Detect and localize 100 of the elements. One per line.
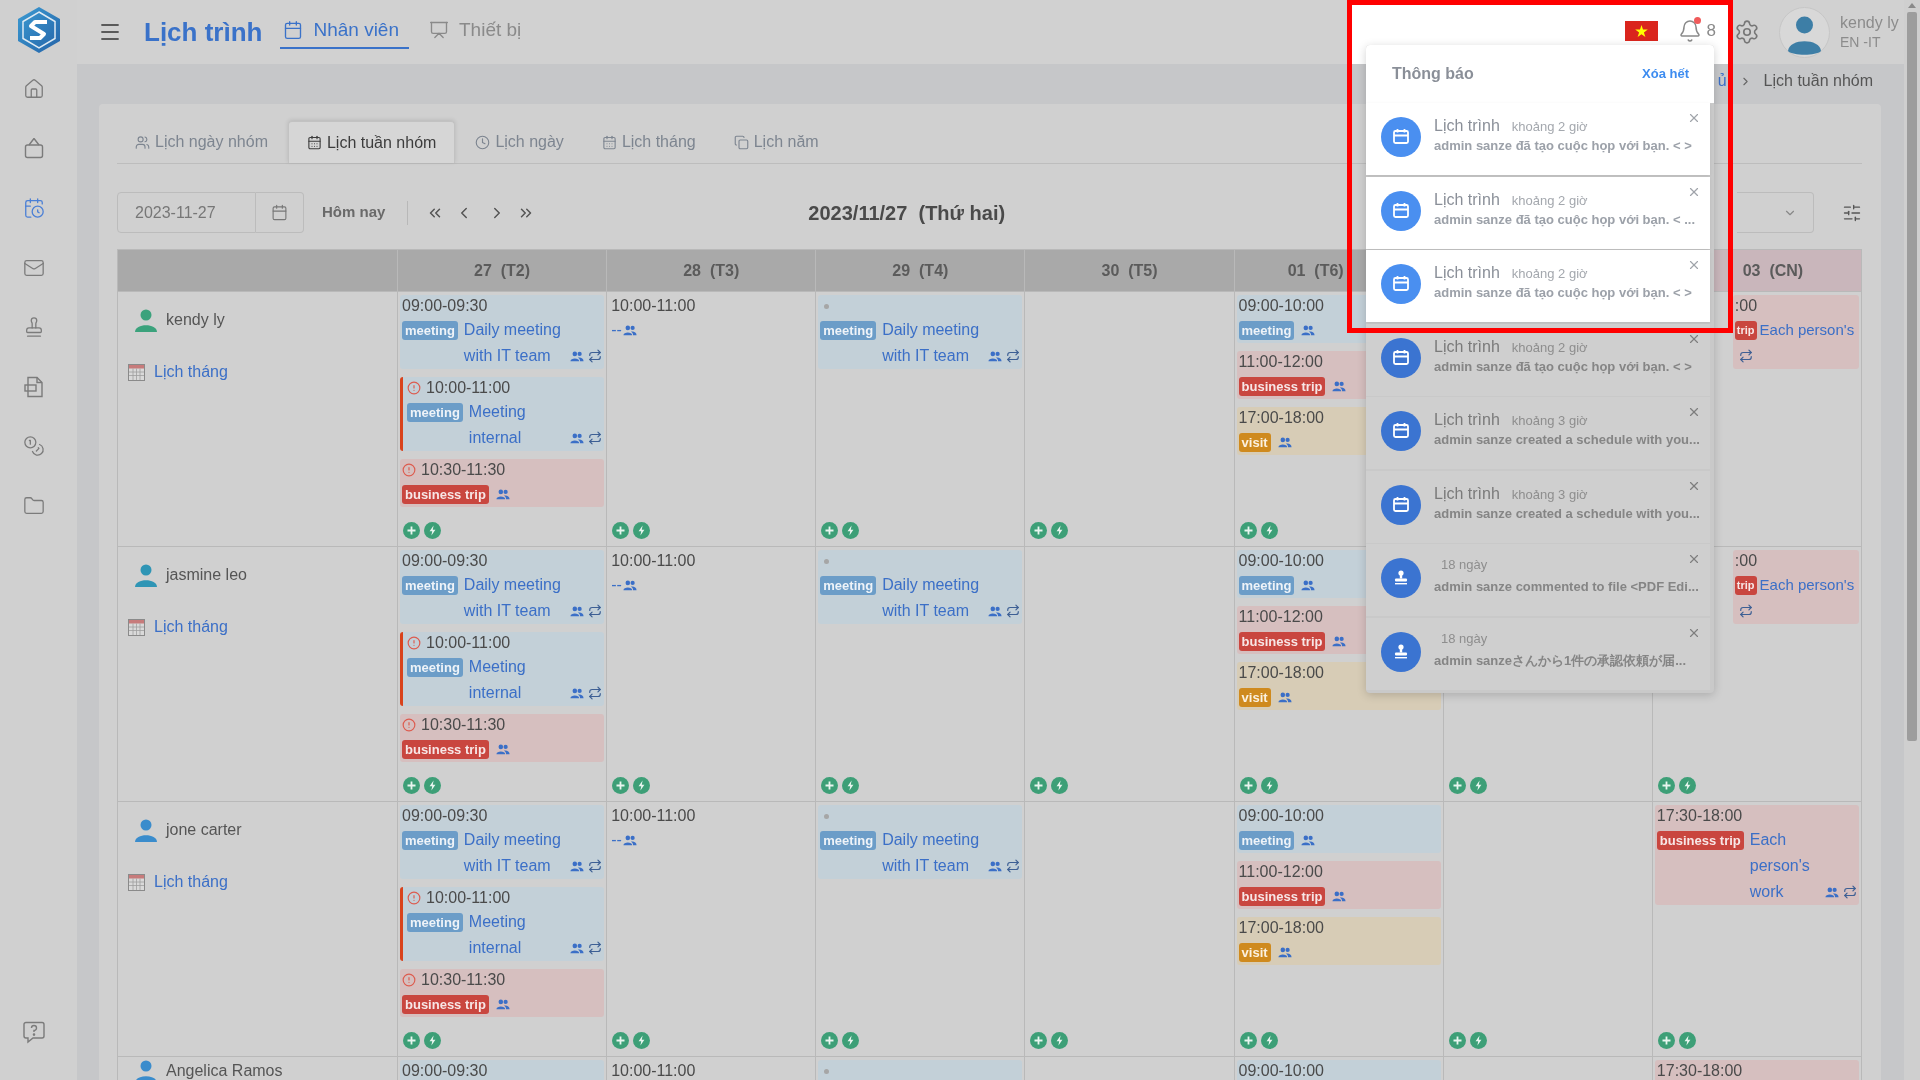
event-card[interactable]: 17:30-18:00	[1654, 1060, 1859, 1080]
event-title[interactable]: Meeting internal	[468, 399, 570, 451]
flag-icon[interactable]	[1624, 20, 1658, 41]
add-icon[interactable]	[1657, 777, 1675, 794]
view-tab[interactable]: Lịch tuần nhóm	[287, 121, 456, 163]
view-tab[interactable]: Lịch ngày nhóm	[117, 121, 286, 163]
add-icon[interactable]	[1030, 1032, 1048, 1049]
event-card[interactable]: meeting Daily meeting with IT team	[818, 805, 1023, 879]
lightning-icon[interactable]	[424, 777, 441, 794]
close-icon[interactable]	[1687, 552, 1701, 566]
lightning-icon[interactable]	[1678, 777, 1696, 794]
calendar-button[interactable]	[256, 192, 304, 233]
add-icon[interactable]	[821, 522, 839, 539]
stamp-icon[interactable]	[23, 316, 45, 339]
event-card[interactable]: 10:30-11:30 business trip	[400, 459, 605, 507]
add-icon[interactable]	[1448, 777, 1466, 794]
close-icon[interactable]	[1687, 258, 1701, 272]
lightning-icon[interactable]	[1260, 1032, 1278, 1049]
event-card[interactable]: 09:00-09:30 meeting Daily meeting with IT team	[400, 295, 605, 369]
event-title[interactable]: --	[611, 572, 622, 598]
event-card[interactable]: :00 trip Each person's	[1732, 550, 1859, 624]
notification-item[interactable]: 18 ngày admin sanzeさんから1件の承認依頼が届...	[1366, 617, 1710, 690]
lightning-icon[interactable]	[1260, 777, 1278, 794]
event-card[interactable]: 09:00-09:30 meeting Daily meeting with IT team	[400, 550, 605, 624]
event-title[interactable]: Meeting internal	[468, 654, 570, 706]
add-icon[interactable]	[1030, 522, 1048, 539]
event-title[interactable]: Daily meeting with IT team	[882, 572, 988, 624]
module-tab[interactable]: Thiết bị	[426, 13, 532, 49]
add-icon[interactable]	[821, 777, 839, 794]
lightning-icon[interactable]	[633, 522, 651, 539]
lightning-icon[interactable]	[1469, 1032, 1487, 1049]
close-icon[interactable]	[1687, 405, 1701, 419]
month-calendar-link[interactable]: Lịch tháng	[154, 360, 228, 384]
event-title[interactable]: --	[611, 827, 622, 853]
add-icon[interactable]	[1239, 522, 1257, 539]
month-calendar-link[interactable]: Lịch tháng	[154, 870, 228, 894]
event-title[interactable]: Meeting internal	[468, 909, 570, 961]
event-title[interactable]: Each person's	[1759, 317, 1855, 343]
lightning-icon[interactable]	[1678, 1032, 1696, 1049]
month-calendar-link[interactable]: Lịch tháng	[154, 615, 228, 639]
breadcrumb-link[interactable]: ủ	[1717, 69, 1727, 93]
event-title[interactable]: Daily meeting with IT team	[882, 317, 988, 369]
close-icon[interactable]	[1687, 111, 1701, 125]
hexagon-logo-icon[interactable]	[16, 5, 61, 54]
lightning-icon[interactable]	[842, 1032, 860, 1049]
event-title[interactable]: --	[611, 317, 622, 343]
event-card[interactable]: meeting Daily meeting with IT team	[818, 295, 1023, 369]
event-card[interactable]: 10:00-11:00 meeting Meeting internal	[400, 632, 605, 706]
file-icon[interactable]	[23, 375, 45, 398]
folder-icon[interactable]	[23, 494, 45, 517]
add-icon[interactable]	[403, 522, 420, 539]
avatar-icon[interactable]	[1779, 6, 1830, 58]
add-icon[interactable]	[403, 1032, 420, 1049]
notification-item[interactable]: Lịch trình khoảng 3 giờ admin sanze created a schedule with you...	[1366, 470, 1710, 543]
add-icon[interactable]	[1239, 1032, 1257, 1049]
sliders-icon[interactable]	[1842, 202, 1862, 223]
event-card[interactable]: 09:00-09:30	[400, 1060, 605, 1080]
event-card[interactable]: 10:00-11:00 meeting Meeting internal	[400, 377, 605, 451]
lightning-icon[interactable]	[1051, 777, 1069, 794]
add-icon[interactable]	[612, 777, 630, 794]
event-title[interactable]: Daily meeting with IT team	[463, 317, 570, 369]
lightning-icon[interactable]	[633, 777, 651, 794]
date-field[interactable]: 2023-11-27	[117, 192, 256, 233]
lightning-icon[interactable]	[1469, 777, 1487, 794]
calendar-clock-icon[interactable]	[23, 197, 45, 219]
lightning-icon[interactable]	[1051, 522, 1069, 539]
bell-icon[interactable]	[1677, 18, 1702, 43]
settings-icon[interactable]	[1734, 19, 1760, 45]
event-card[interactable]: 10:00-11:00 meeting Meeting internal	[400, 887, 605, 961]
lightning-icon[interactable]	[842, 522, 860, 539]
view-tab[interactable]: Lịch ngày	[457, 121, 582, 163]
add-icon[interactable]	[612, 1032, 630, 1049]
event-title[interactable]: Daily meeting with IT team	[463, 572, 570, 624]
event-card[interactable]: 17:30-18:00 business trip Each person's work	[1654, 805, 1859, 905]
event-title[interactable]: Each person's work	[1749, 827, 1824, 905]
add-icon[interactable]	[821, 1032, 839, 1049]
lightning-icon[interactable]	[842, 777, 860, 794]
lightning-icon[interactable]	[1260, 522, 1278, 539]
add-icon[interactable]	[1239, 777, 1257, 794]
today-button[interactable]: Hôm nay	[322, 201, 386, 224]
add-icon[interactable]	[1657, 1032, 1675, 1049]
coins-icon[interactable]	[23, 435, 45, 458]
add-icon[interactable]	[403, 777, 420, 794]
add-icon[interactable]	[612, 522, 630, 539]
event-title[interactable]: Daily meeting with IT team	[463, 827, 570, 879]
help-icon[interactable]	[22, 1020, 46, 1044]
lightning-icon[interactable]	[424, 522, 441, 539]
notification-item[interactable]: Lịch trình khoảng 2 giờ admin sanze đã tạo cuộc họp với bạn. < >	[1366, 250, 1710, 322]
add-icon[interactable]	[1030, 777, 1048, 794]
select-field[interactable]	[1737, 192, 1814, 233]
event-card[interactable]: meeting Daily meeting with IT team	[818, 550, 1023, 624]
event-title[interactable]: Daily meeting with IT team	[882, 827, 988, 879]
module-tab[interactable]: Nhân viên	[280, 13, 409, 49]
home-icon[interactable]	[23, 77, 45, 100]
clear-all-link[interactable]: Xóa hết	[1642, 64, 1689, 84]
notification-item[interactable]: Lịch trình khoảng 2 giờ admin sanze đã tạo cuộc họp với bạn. < ...	[1366, 176, 1710, 249]
event-card[interactable]: 11:00-12:00 business trip	[1236, 861, 1441, 909]
event-card[interactable]: 17:00-18:00 visit	[1236, 917, 1441, 965]
event-card[interactable]: :00 trip Each person's	[1732, 295, 1859, 369]
notification-item[interactable]: Lịch trình khoảng 2 giờ admin sanze đã tạo cuộc họp với bạn. < >	[1366, 103, 1710, 175]
